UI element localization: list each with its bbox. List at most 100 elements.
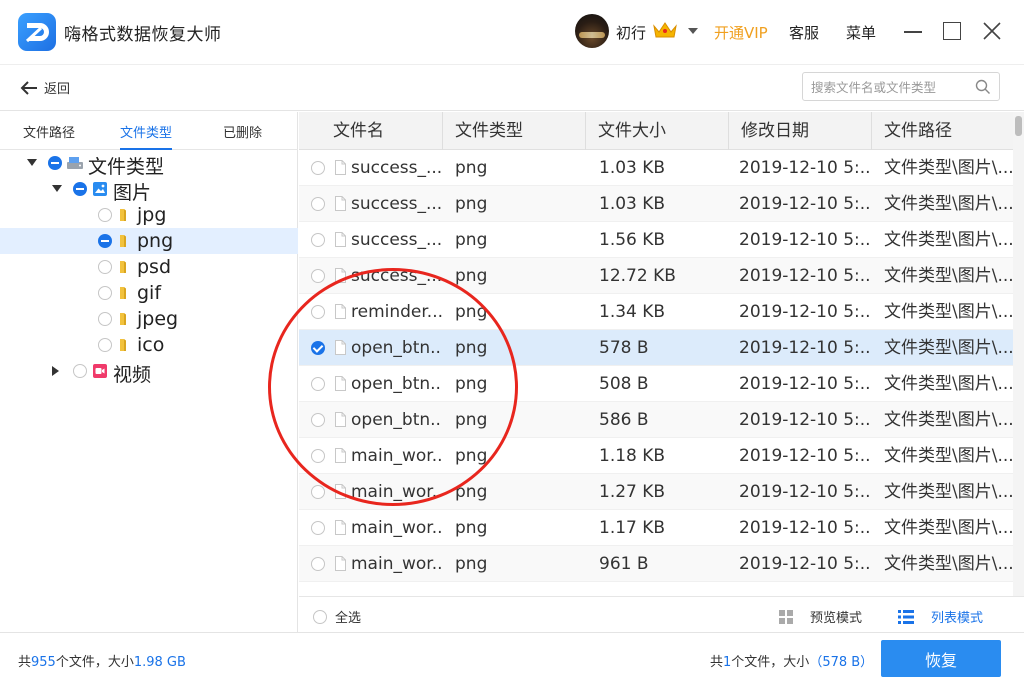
cell-modified-date: 2019-12-10 5:... bbox=[739, 374, 869, 394]
row-checkbox[interactable] bbox=[311, 413, 325, 427]
column-header-date[interactable]: 修改日期 bbox=[728, 112, 871, 150]
tab-deleted[interactable]: 已删除 bbox=[223, 122, 262, 141]
tree-checkbox[interactable] bbox=[98, 312, 112, 326]
cell-file-path: 文件类型\图片\... bbox=[884, 374, 1013, 394]
select-all-checkbox[interactable]: 全选 bbox=[313, 607, 361, 626]
tree-checkbox[interactable] bbox=[73, 364, 87, 378]
total-size: 1.98 GB bbox=[133, 655, 186, 670]
folder-icon bbox=[118, 285, 128, 305]
grid-icon bbox=[779, 609, 793, 624]
tree-checkbox[interactable] bbox=[98, 286, 112, 300]
column-header-name[interactable]: 文件名 bbox=[299, 112, 442, 150]
collapse-arrow-icon[interactable] bbox=[52, 366, 59, 376]
tree-item-psd[interactable]: psd bbox=[0, 254, 298, 280]
cell-modified-date: 2019-12-10 5:... bbox=[739, 482, 869, 502]
cell-modified-date: 2019-12-10 5:... bbox=[739, 410, 869, 430]
table-row[interactable]: open_btn... png 508 B 2019-12-10 5:... 文… bbox=[299, 366, 1013, 402]
preview-mode-label: 预览模式 bbox=[810, 611, 863, 626]
tree-checkbox[interactable] bbox=[98, 234, 112, 248]
scroll-thumb[interactable] bbox=[1015, 116, 1022, 136]
tree-item-文件类型[interactable]: 文件类型 bbox=[0, 150, 298, 178]
title-bar: 嗨格式数据恢复大师 初行 开通VIP 客服 菜单 bbox=[0, 0, 1024, 64]
row-checkbox[interactable] bbox=[311, 233, 325, 247]
avatar[interactable] bbox=[575, 14, 609, 48]
search-icon[interactable] bbox=[975, 79, 991, 99]
row-checkbox[interactable] bbox=[311, 161, 325, 175]
table-row[interactable]: main_wor... png 961 B 2019-12-10 5:... 文… bbox=[299, 546, 1013, 582]
tab-file-path[interactable]: 文件路径 bbox=[23, 122, 75, 141]
column-header-type[interactable]: 文件类型 bbox=[442, 112, 585, 150]
preview-mode-button[interactable]: 预览模式 bbox=[778, 607, 862, 626]
list-mode-button[interactable]: 列表模式 bbox=[897, 607, 983, 626]
customer-service-button[interactable]: 客服 bbox=[789, 22, 819, 43]
row-checkbox[interactable] bbox=[311, 557, 325, 571]
table-row[interactable]: open_btn... png 578 B 2019-12-10 5:... 文… bbox=[299, 330, 1013, 366]
table-row[interactable]: main_wor... png 1.27 KB 2019-12-10 5:...… bbox=[299, 474, 1013, 510]
table-row[interactable]: success_... png 1.03 KB 2019-12-10 5:...… bbox=[299, 186, 1013, 222]
cell-file-path: 文件类型\图片\... bbox=[884, 338, 1013, 358]
back-label: 返回 bbox=[44, 82, 71, 97]
table-row[interactable]: main_wor... png 1.17 KB 2019-12-10 5:...… bbox=[299, 510, 1013, 546]
cell-file-path: 文件类型\图片\... bbox=[884, 482, 1013, 502]
tree-checkbox[interactable] bbox=[73, 182, 87, 196]
tree-item-gif[interactable]: gif bbox=[0, 280, 298, 306]
cell-modified-date: 2019-12-10 5:... bbox=[739, 230, 869, 250]
recover-button[interactable]: 恢复 bbox=[881, 640, 1001, 677]
table-row[interactable]: success_... png 1.56 KB 2019-12-10 5:...… bbox=[299, 222, 1013, 258]
row-checkbox[interactable] bbox=[311, 521, 325, 535]
column-header-size[interactable]: 文件大小 bbox=[585, 112, 728, 150]
tree-item-视频[interactable]: 视频 bbox=[0, 358, 298, 386]
row-checkbox[interactable] bbox=[311, 305, 325, 319]
username[interactable]: 初行 bbox=[616, 22, 646, 43]
tree-checkbox[interactable] bbox=[48, 156, 62, 170]
cell-file-path: 文件类型\图片\... bbox=[884, 158, 1013, 178]
tab-file-type[interactable]: 文件类型 bbox=[120, 122, 173, 150]
expand-arrow-icon[interactable] bbox=[27, 159, 37, 166]
open-vip-link[interactable]: 开通VIP bbox=[714, 22, 768, 43]
expand-arrow-icon[interactable] bbox=[52, 185, 62, 192]
table-row[interactable]: open_btn... png 586 B 2019-12-10 5:... 文… bbox=[299, 402, 1013, 438]
table-row[interactable]: reminder... png 1.34 KB 2019-12-10 5:...… bbox=[299, 294, 1013, 330]
file-icon bbox=[335, 484, 346, 503]
left-panel: 文件路径 文件类型 已删除 文件类型 图片 jpg png psd gif jpeg ico 视… bbox=[0, 112, 298, 632]
tree-item-png[interactable]: png bbox=[0, 228, 298, 254]
table-row-partial bbox=[299, 582, 1013, 596]
tree-checkbox[interactable] bbox=[98, 208, 112, 222]
tree-item-ico[interactable]: ico bbox=[0, 332, 298, 358]
table-row[interactable]: success_... png 12.72 KB 2019-12-10 5:..… bbox=[299, 258, 1013, 294]
user-dropdown-icon[interactable] bbox=[688, 28, 698, 34]
tree-item-label: 视频 bbox=[113, 364, 152, 386]
video-folder-icon bbox=[92, 363, 108, 383]
file-icon bbox=[335, 412, 346, 431]
tree-item-jpg[interactable]: jpg bbox=[0, 202, 298, 228]
tree-item-jpeg[interactable]: jpeg bbox=[0, 306, 298, 332]
minimize-icon[interactable] bbox=[902, 20, 924, 42]
tree-checkbox[interactable] bbox=[98, 338, 112, 352]
select-all-label: 全选 bbox=[335, 611, 362, 626]
row-checkbox[interactable] bbox=[311, 197, 325, 211]
vertical-scrollbar[interactable] bbox=[1013, 112, 1024, 596]
row-checkbox[interactable] bbox=[311, 485, 325, 499]
row-checkbox[interactable] bbox=[311, 449, 325, 463]
tree-checkbox[interactable] bbox=[98, 260, 112, 274]
close-icon[interactable] bbox=[981, 20, 1003, 42]
cell-file-path: 文件类型\图片\... bbox=[884, 446, 1013, 466]
back-button[interactable]: 返回 bbox=[20, 78, 70, 97]
tree-item-图片[interactable]: 图片 bbox=[0, 176, 298, 204]
table-row[interactable]: success_... png 1.03 KB 2019-12-10 5:...… bbox=[299, 150, 1013, 186]
maximize-icon[interactable] bbox=[941, 20, 963, 42]
row-checkbox[interactable] bbox=[311, 377, 325, 391]
menu-button[interactable]: 菜单 bbox=[846, 22, 876, 43]
image-folder-icon bbox=[92, 181, 108, 201]
search-box[interactable] bbox=[802, 72, 1000, 101]
cell-file-type: png bbox=[455, 374, 488, 394]
cell-file-name: open_btn... bbox=[351, 374, 442, 394]
table-row[interactable]: main_wor... png 1.18 KB 2019-12-10 5:...… bbox=[299, 438, 1013, 474]
row-checkbox[interactable] bbox=[311, 269, 325, 283]
search-input[interactable] bbox=[811, 77, 971, 97]
drive-icon bbox=[66, 155, 84, 175]
file-icon bbox=[335, 268, 346, 287]
cell-file-type: png bbox=[455, 518, 488, 538]
column-header-path[interactable]: 文件路径 bbox=[871, 112, 1013, 150]
row-checkbox[interactable] bbox=[311, 341, 325, 355]
